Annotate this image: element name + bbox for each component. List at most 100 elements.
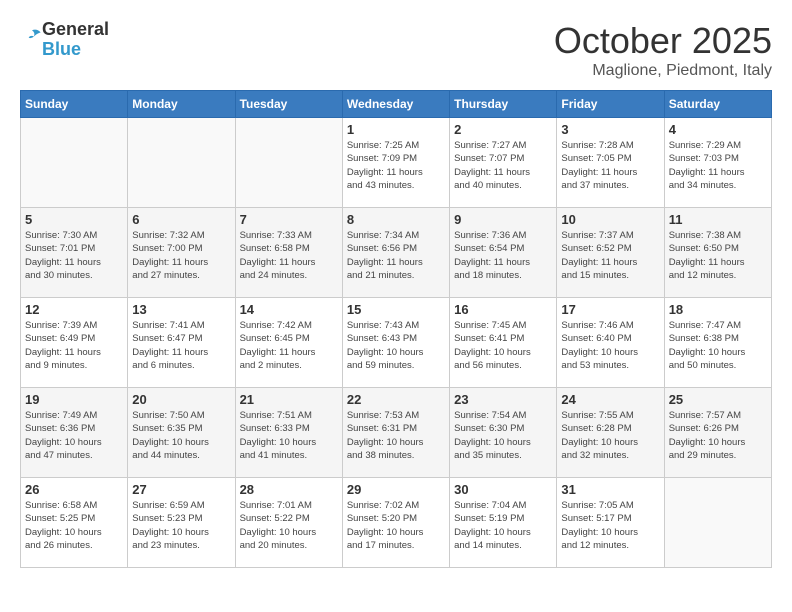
day-number: 21 — [240, 392, 338, 407]
calendar-cell: 28 Sunrise: 7:01 AMSunset: 5:22 PMDayligh… — [235, 478, 342, 568]
day-number: 12 — [25, 302, 123, 317]
day-number: 3 — [561, 122, 659, 137]
calendar-cell: 12 Sunrise: 7:39 AMSunset: 6:49 PMDayligh… — [21, 298, 128, 388]
day-number: 23 — [454, 392, 552, 407]
calendar-cell: 22 Sunrise: 7:53 AMSunset: 6:31 PMDayligh… — [342, 388, 449, 478]
day-number: 5 — [25, 212, 123, 227]
calendar-cell: 11 Sunrise: 7:38 AMSunset: 6:50 PMDayligh… — [664, 208, 771, 298]
day-info: Sunrise: 7:53 AMSunset: 6:31 PMDaylight:… — [347, 409, 445, 462]
calendar-table: SundayMondayTuesdayWednesdayThursdayFrid… — [20, 90, 772, 568]
calendar-cell: 14 Sunrise: 7:42 AMSunset: 6:45 PMDayligh… — [235, 298, 342, 388]
day-number: 16 — [454, 302, 552, 317]
day-info: Sunrise: 7:01 AMSunset: 5:22 PMDaylight:… — [240, 499, 338, 552]
day-info: Sunrise: 7:36 AMSunset: 6:54 PMDaylight:… — [454, 229, 552, 282]
day-number: 1 — [347, 122, 445, 137]
day-number: 31 — [561, 482, 659, 497]
location-title: Maglione, Piedmont, Italy — [554, 62, 772, 80]
logo-bird-icon — [22, 27, 42, 47]
calendar-week-row: 5 Sunrise: 7:30 AMSunset: 7:01 PMDaylight… — [21, 208, 772, 298]
calendar-cell — [21, 118, 128, 208]
day-number: 11 — [669, 212, 767, 227]
day-info: Sunrise: 7:57 AMSunset: 6:26 PMDaylight:… — [669, 409, 767, 462]
calendar-cell: 25 Sunrise: 7:57 AMSunset: 6:26 PMDayligh… — [664, 388, 771, 478]
day-number: 13 — [132, 302, 230, 317]
calendar-cell: 7Sunrise: 7:33 AMSunset: 6:58 PMDaylight… — [235, 208, 342, 298]
day-number: 6 — [132, 212, 230, 227]
day-info: Sunrise: 7:38 AMSunset: 6:50 PMDaylight:… — [669, 229, 767, 282]
month-title: October 2025 — [554, 20, 772, 62]
day-info: Sunrise: 7:34 AMSunset: 6:56 PMDaylight:… — [347, 229, 445, 282]
day-info: Sunrise: 7:05 AMSunset: 5:17 PMDaylight:… — [561, 499, 659, 552]
day-info: Sunrise: 7:25 AMSunset: 7:09 PMDaylight:… — [347, 139, 445, 192]
calendar-cell: 23 Sunrise: 7:54 AMSunset: 6:30 PMDayligh… — [450, 388, 557, 478]
day-info: Sunrise: 7:51 AMSunset: 6:33 PMDaylight:… — [240, 409, 338, 462]
day-info: Sunrise: 7:42 AMSunset: 6:45 PMDaylight:… — [240, 319, 338, 372]
day-info: Sunrise: 7:28 AMSunset: 7:05 PMDaylight:… — [561, 139, 659, 192]
day-number: 14 — [240, 302, 338, 317]
day-number: 2 — [454, 122, 552, 137]
calendar-week-row: 26Sunrise: 6:58 AMSunset: 5:25 PMDayligh… — [21, 478, 772, 568]
calendar-week-row: 12 Sunrise: 7:39 AMSunset: 6:49 PMDayligh… — [21, 298, 772, 388]
day-info: Sunrise: 6:59 AMSunset: 5:23 PMDaylight:… — [132, 499, 230, 552]
calendar-cell — [664, 478, 771, 568]
day-info: Sunrise: 7:37 AMSunset: 6:52 PMDaylight:… — [561, 229, 659, 282]
day-info: Sunrise: 7:43 AMSunset: 6:43 PMDaylight:… — [347, 319, 445, 372]
day-info: Sunrise: 7:32 AMSunset: 7:00 PMDaylight:… — [132, 229, 230, 282]
day-number: 25 — [669, 392, 767, 407]
weekday-header-thursday: Thursday — [450, 91, 557, 118]
weekday-header-monday: Monday — [128, 91, 235, 118]
calendar-cell: 19 Sunrise: 7:49 AMSunset: 6:36 PMDayligh… — [21, 388, 128, 478]
calendar-cell: 20Sunrise: 7:50 AMSunset: 6:35 PMDayligh… — [128, 388, 235, 478]
weekday-header-row: SundayMondayTuesdayWednesdayThursdayFrid… — [21, 91, 772, 118]
title-area: October 2025 Maglione, Piedmont, Italy — [554, 20, 772, 80]
logo-general-text: General — [42, 19, 109, 39]
day-info: Sunrise: 7:47 AMSunset: 6:38 PMDaylight:… — [669, 319, 767, 372]
calendar-cell — [128, 118, 235, 208]
day-info: Sunrise: 7:45 AMSunset: 6:41 PMDaylight:… — [454, 319, 552, 372]
day-number: 10 — [561, 212, 659, 227]
day-number: 8 — [347, 212, 445, 227]
calendar-body: 1 Sunrise: 7:25 AMSunset: 7:09 PMDaylight… — [21, 118, 772, 568]
weekday-header-friday: Friday — [557, 91, 664, 118]
header: General Blue October 2025 Maglione, Pied… — [20, 20, 772, 80]
day-number: 15 — [347, 302, 445, 317]
day-number: 22 — [347, 392, 445, 407]
calendar-cell: 3 Sunrise: 7:28 AMSunset: 7:05 PMDaylight… — [557, 118, 664, 208]
calendar-cell: 29Sunrise: 7:02 AMSunset: 5:20 PMDayligh… — [342, 478, 449, 568]
logo-blue-text: Blue — [42, 39, 81, 59]
day-info: Sunrise: 7:30 AMSunset: 7:01 PMDaylight:… — [25, 229, 123, 282]
day-number: 28 — [240, 482, 338, 497]
calendar-cell: 9 Sunrise: 7:36 AMSunset: 6:54 PMDaylight… — [450, 208, 557, 298]
calendar-cell: 18Sunrise: 7:47 AMSunset: 6:38 PMDayligh… — [664, 298, 771, 388]
day-number: 27 — [132, 482, 230, 497]
day-number: 20 — [132, 392, 230, 407]
weekday-header-wednesday: Wednesday — [342, 91, 449, 118]
calendar-cell: 10 Sunrise: 7:37 AMSunset: 6:52 PMDayligh… — [557, 208, 664, 298]
day-number: 29 — [347, 482, 445, 497]
calendar-cell: 2 Sunrise: 7:27 AMSunset: 7:07 PMDaylight… — [450, 118, 557, 208]
calendar-cell: 1 Sunrise: 7:25 AMSunset: 7:09 PMDaylight… — [342, 118, 449, 208]
day-number: 19 — [25, 392, 123, 407]
day-number: 9 — [454, 212, 552, 227]
calendar-cell: 30Sunrise: 7:04 AMSunset: 5:19 PMDayligh… — [450, 478, 557, 568]
day-number: 7 — [240, 212, 338, 227]
weekday-header-tuesday: Tuesday — [235, 91, 342, 118]
day-info: Sunrise: 7:41 AMSunset: 6:47 PMDaylight:… — [132, 319, 230, 372]
calendar-cell: 27 Sunrise: 6:59 AMSunset: 5:23 PMDayligh… — [128, 478, 235, 568]
calendar-cell: 6 Sunrise: 7:32 AMSunset: 7:00 PMDaylight… — [128, 208, 235, 298]
calendar-cell: 4Sunrise: 7:29 AMSunset: 7:03 PMDaylight… — [664, 118, 771, 208]
calendar-week-row: 1 Sunrise: 7:25 AMSunset: 7:09 PMDaylight… — [21, 118, 772, 208]
day-info: Sunrise: 7:55 AMSunset: 6:28 PMDaylight:… — [561, 409, 659, 462]
day-info: Sunrise: 7:39 AMSunset: 6:49 PMDaylight:… — [25, 319, 123, 372]
calendar-cell: 26Sunrise: 6:58 AMSunset: 5:25 PMDayligh… — [21, 478, 128, 568]
calendar-cell: 17Sunrise: 7:46 AMSunset: 6:40 PMDayligh… — [557, 298, 664, 388]
calendar-cell: 8 Sunrise: 7:34 AMSunset: 6:56 PMDaylight… — [342, 208, 449, 298]
day-number: 24 — [561, 392, 659, 407]
day-info: Sunrise: 7:54 AMSunset: 6:30 PMDaylight:… — [454, 409, 552, 462]
day-info: Sunrise: 7:27 AMSunset: 7:07 PMDaylight:… — [454, 139, 552, 192]
day-info: Sunrise: 7:49 AMSunset: 6:36 PMDaylight:… — [25, 409, 123, 462]
calendar-cell: 16 Sunrise: 7:45 AMSunset: 6:41 PMDayligh… — [450, 298, 557, 388]
day-number: 4 — [669, 122, 767, 137]
calendar-cell — [235, 118, 342, 208]
day-info: Sunrise: 7:04 AMSunset: 5:19 PMDaylight:… — [454, 499, 552, 552]
